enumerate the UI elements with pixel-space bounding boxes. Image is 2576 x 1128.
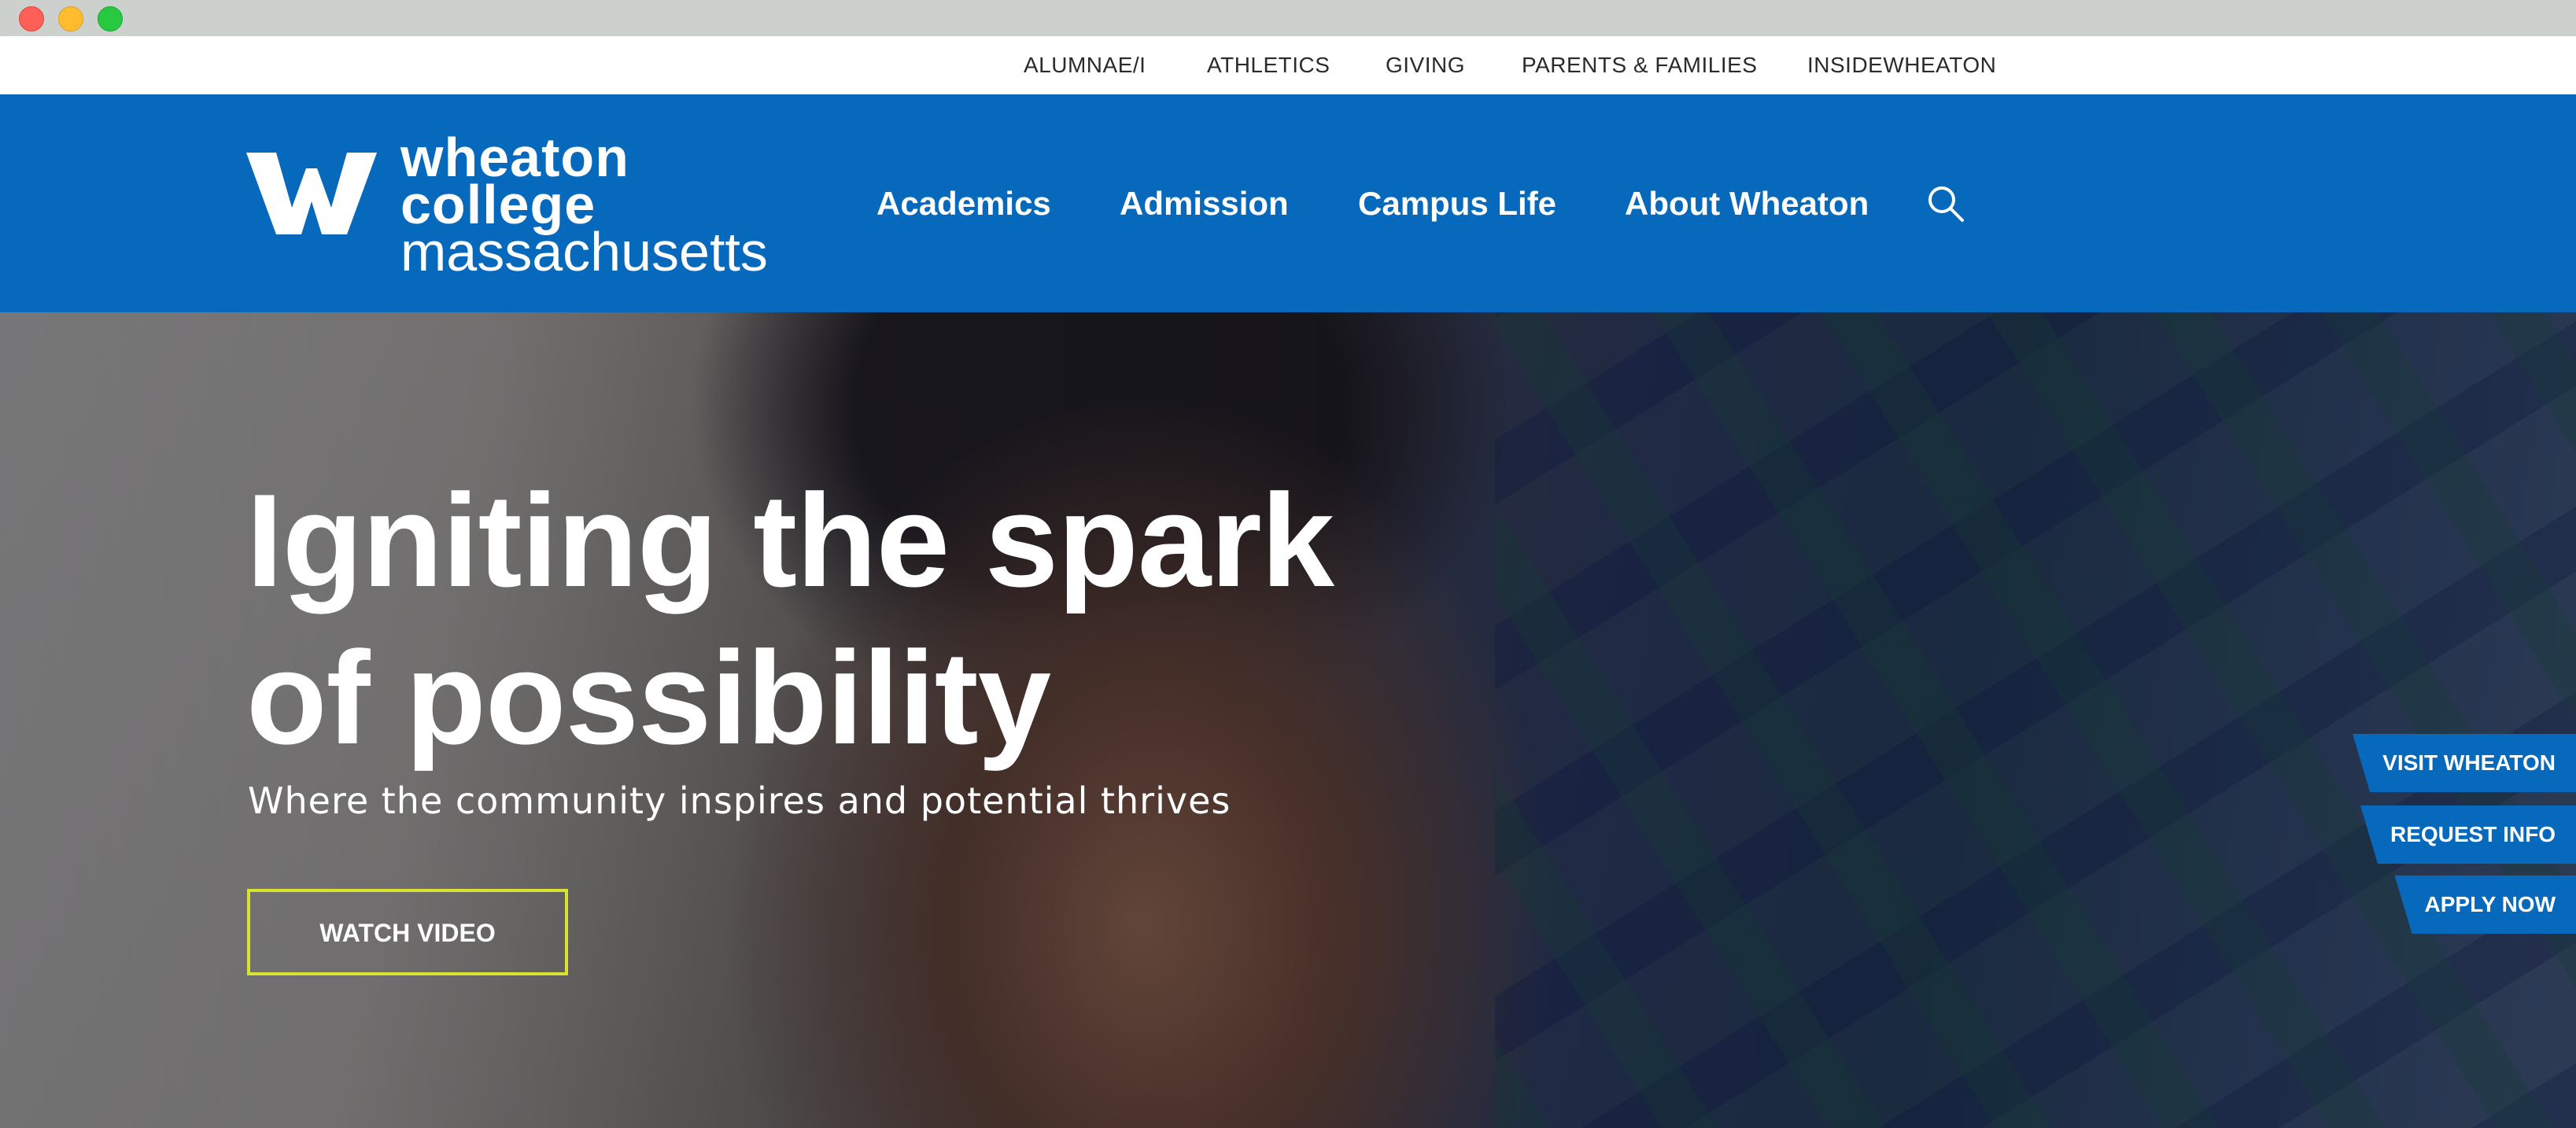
request-info-button[interactable]: REQUEST INFO — [2360, 805, 2576, 864]
search-icon[interactable] — [1926, 184, 1965, 223]
main-header: wheaton college massachusetts Academics … — [0, 94, 2576, 312]
nav-about-wheaton[interactable]: About Wheaton — [1625, 94, 1869, 312]
hero-banner: Igniting the spark of possibility Where … — [0, 312, 2576, 1128]
hero-subtitle: Where the community inspires and potenti… — [248, 780, 1231, 822]
apply-now-button[interactable]: APPLY NOW — [2394, 875, 2576, 934]
nav-admission[interactable]: Admission — [1120, 94, 1289, 312]
hero-title: Igniting the spark of possibility — [246, 462, 1334, 776]
utility-link-parents-families[interactable]: PARENTS & FAMILIES — [1522, 36, 1757, 94]
logo-wordmark: wheaton college massachusetts — [400, 130, 768, 282]
utility-link-athletics[interactable]: ATHLETICS — [1207, 36, 1330, 94]
window-titlebar — [0, 0, 2576, 36]
nav-academics[interactable]: Academics — [877, 94, 1051, 312]
utility-link-alumnae[interactable]: ALUMNAE/I — [1024, 36, 1146, 94]
window-close-button[interactable] — [19, 6, 44, 31]
hero-title-line-2: of possibility — [246, 624, 1051, 772]
utility-nav: ALUMNAE/I ATHLETICS GIVING PARENTS & FAM… — [0, 36, 2576, 94]
utility-link-insidewheaton[interactable]: INSIDEWHEATON — [1807, 36, 1996, 94]
hero-title-line-1: Igniting the spark — [246, 466, 1334, 614]
watch-video-button[interactable]: WATCH VIDEO — [247, 889, 568, 975]
utility-link-giving[interactable]: GIVING — [1386, 36, 1465, 94]
window-minimize-button[interactable] — [58, 6, 83, 31]
window-maximize-button[interactable] — [98, 6, 123, 31]
college-logo[interactable]: wheaton college massachusetts — [246, 130, 797, 291]
w-logo-icon — [246, 153, 377, 234]
logo-line-massachusetts: massachusetts — [400, 221, 768, 282]
visit-wheaton-button[interactable]: VISIT WHEATON — [2353, 734, 2576, 792]
nav-campus-life[interactable]: Campus Life — [1358, 94, 1556, 312]
